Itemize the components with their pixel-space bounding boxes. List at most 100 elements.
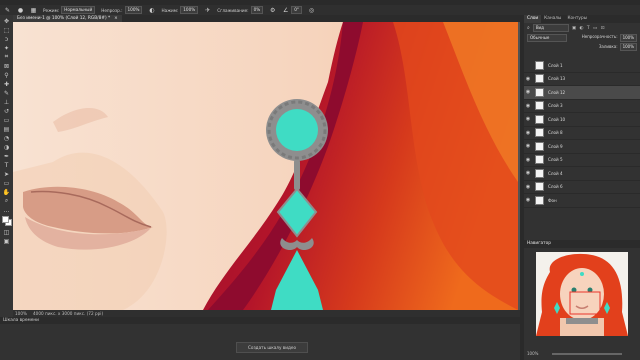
marquee-tool-icon[interactable]: ⬚ (2, 26, 11, 34)
shape-tool-icon[interactable]: ▭ (2, 179, 11, 187)
foreground-color-swatch[interactable] (2, 216, 9, 223)
pen-tool-icon[interactable]: ✒ (2, 152, 11, 160)
layer-row[interactable]: ◉ Слой 3 (524, 100, 640, 113)
layer-row[interactable]: ◉ Слой 8 (524, 127, 640, 140)
color-swatches[interactable] (1, 215, 12, 227)
crop-tool-icon[interactable]: ⌗ (2, 53, 11, 61)
blend-row: Обычные Непрозрачность: 100% (524, 33, 640, 42)
angle-control[interactable]: ∠ 0° (282, 6, 303, 14)
navigator-preview[interactable] (536, 252, 628, 336)
layer-row[interactable]: ◉ Слой 12 (524, 86, 640, 100)
gradient-tool-icon[interactable]: ▤ (2, 125, 11, 133)
visibility-eye-icon[interactable]: ◉ (524, 170, 532, 176)
layer-name: Слой 10 (548, 116, 566, 122)
visibility-eye-icon[interactable]: ◉ (524, 89, 532, 95)
layer-name: Слой 13 (548, 76, 566, 82)
layer-name: Слой 5 (548, 157, 563, 163)
layer-row[interactable]: ◉ Слой 9 (524, 140, 640, 154)
layer-thumbnail (535, 101, 544, 111)
angle-field[interactable]: 0° (291, 6, 303, 14)
eraser-tool-icon[interactable]: ▭ (2, 116, 11, 124)
layer-thumbnail (535, 182, 544, 192)
smoothing-field[interactable]: 0% (250, 6, 264, 14)
options-bar: ✎ ● ▦ Режим: Нормальный Непрозр.: 100% ◐… (0, 5, 640, 15)
visibility-eye-icon[interactable]: ◉ (524, 184, 532, 190)
eyedropper-tool-icon[interactable]: ⚲ (2, 71, 11, 79)
move-tool-icon[interactable]: ✥ (2, 17, 11, 25)
visibility-eye-icon[interactable]: ◉ (524, 103, 532, 109)
earring-chain-top (294, 160, 300, 190)
screen-mode-icon[interactable]: ▣ (2, 237, 11, 245)
layer-row[interactable]: Слой 1 (524, 59, 640, 73)
tab-layers[interactable]: Слои (524, 15, 542, 23)
visibility-eye-icon[interactable]: ◉ (524, 130, 532, 136)
mode-select[interactable]: Нормальный (61, 6, 96, 14)
quick-select-tool-icon[interactable]: ✦ (2, 44, 11, 52)
airbrush-icon[interactable]: ✈ (204, 7, 211, 14)
tab-channels[interactable]: Каналы (541, 15, 564, 23)
brush-tool-icon[interactable]: ✎ (4, 7, 11, 14)
more-tools-icon[interactable]: … (2, 206, 11, 214)
visibility-eye-icon[interactable]: ◉ (524, 116, 532, 122)
create-video-timeline-button[interactable]: Создать шкалу видео (236, 342, 308, 353)
layers-panel: Слои Каналы Контуры ⌕ Вид ▣ ◐ T ▭ ⊡ Обыч… (524, 15, 640, 240)
layer-thumbnail (535, 60, 544, 70)
flow-field[interactable]: 100% (180, 6, 199, 14)
document-tab[interactable]: Без имени-1 @ 100% (Слой 12, RGB/8#) * × (13, 15, 122, 22)
flow-label: Нажим: (161, 7, 179, 13)
layer-kind-select[interactable]: Вид (532, 24, 569, 32)
visibility-eye-icon[interactable]: ◉ (524, 143, 532, 149)
navigator-zoom-slider[interactable] (552, 353, 622, 355)
status-zoom[interactable]: 100% (15, 311, 27, 316)
path-select-tool-icon[interactable]: ➤ (2, 170, 11, 178)
layer-thumbnail (535, 87, 544, 97)
hand-tool-icon[interactable]: ✋ (2, 188, 11, 196)
pressure-opacity-icon[interactable]: ◐ (148, 7, 155, 14)
visibility-eye-icon[interactable]: ◉ (524, 197, 532, 203)
brush-preset-picker[interactable]: ● (17, 7, 24, 14)
brush-tool-icon-left[interactable]: ✎ (2, 89, 11, 97)
layer-opacity-field[interactable]: 100% (619, 33, 637, 42)
healing-tool-icon[interactable]: ✚ (2, 80, 11, 88)
tab-paths[interactable]: Контуры (564, 15, 590, 23)
type-tool-icon[interactable]: T (2, 161, 11, 169)
navigator-title[interactable]: Навигатор (527, 241, 551, 246)
layer-row[interactable]: ◉ Слой 4 (524, 167, 640, 181)
layer-row[interactable]: ◉ Слой 5 (524, 154, 640, 167)
smoothing-control[interactable]: Сглаживание: 0% (217, 6, 264, 14)
opacity-field[interactable]: 100% (124, 6, 143, 14)
layer-row[interactable]: ◉ Слой 10 (524, 113, 640, 127)
dodge-tool-icon[interactable]: ◑ (2, 143, 11, 151)
opacity-control[interactable]: Непрозр.: 100% (101, 6, 143, 14)
visibility-eye-icon[interactable]: ◉ (524, 157, 532, 163)
canvas[interactable] (13, 22, 518, 310)
brush-settings-icon[interactable]: ▦ (30, 7, 37, 14)
stamp-tool-icon[interactable]: ⊥ (2, 98, 11, 106)
blur-tool-icon[interactable]: ◔ (2, 134, 11, 142)
layer-row[interactable]: ◉ Слой 13 (524, 73, 640, 86)
filter-icons[interactable]: ▣ ◐ T ▭ ⊡ (572, 26, 606, 31)
mode-control[interactable]: Режим: Нормальный (43, 6, 96, 14)
pressure-size-icon[interactable]: ◎ (308, 7, 315, 14)
layer-row[interactable]: ◉ Фон (524, 194, 640, 208)
navigator-zoom[interactable]: 100% (527, 351, 538, 356)
frame-tool-icon[interactable]: ⊠ (2, 62, 11, 70)
close-tab-icon[interactable]: × (114, 15, 118, 22)
layer-row[interactable]: ◉ Слой 6 (524, 181, 640, 194)
smoothing-settings-icon[interactable]: ⚙ (269, 7, 276, 14)
quick-mask-icon[interactable]: ◫ (2, 228, 11, 236)
layer-opacity-control[interactable]: Непрозрачность: 100% (582, 33, 637, 42)
layer-name: Слой 3 (548, 103, 563, 109)
blend-mode-select[interactable]: Обычные (527, 33, 567, 42)
layer-name: Фон (548, 197, 557, 203)
lasso-tool-icon[interactable]: ↄ (2, 35, 11, 43)
history-brush-icon[interactable]: ↺ (2, 107, 11, 115)
fill-row: Заливка: 100% (524, 42, 640, 51)
zoom-tool-icon[interactable]: ⌕ (2, 197, 11, 205)
fill-label: Заливка: (598, 44, 618, 49)
fill-field[interactable]: 100% (619, 42, 637, 51)
visibility-eye-icon[interactable]: ◉ (524, 76, 532, 82)
earring-gem-round (276, 109, 318, 151)
timeline-title[interactable]: Шкала времени (3, 318, 39, 323)
flow-control[interactable]: Нажим: 100% (161, 6, 199, 14)
